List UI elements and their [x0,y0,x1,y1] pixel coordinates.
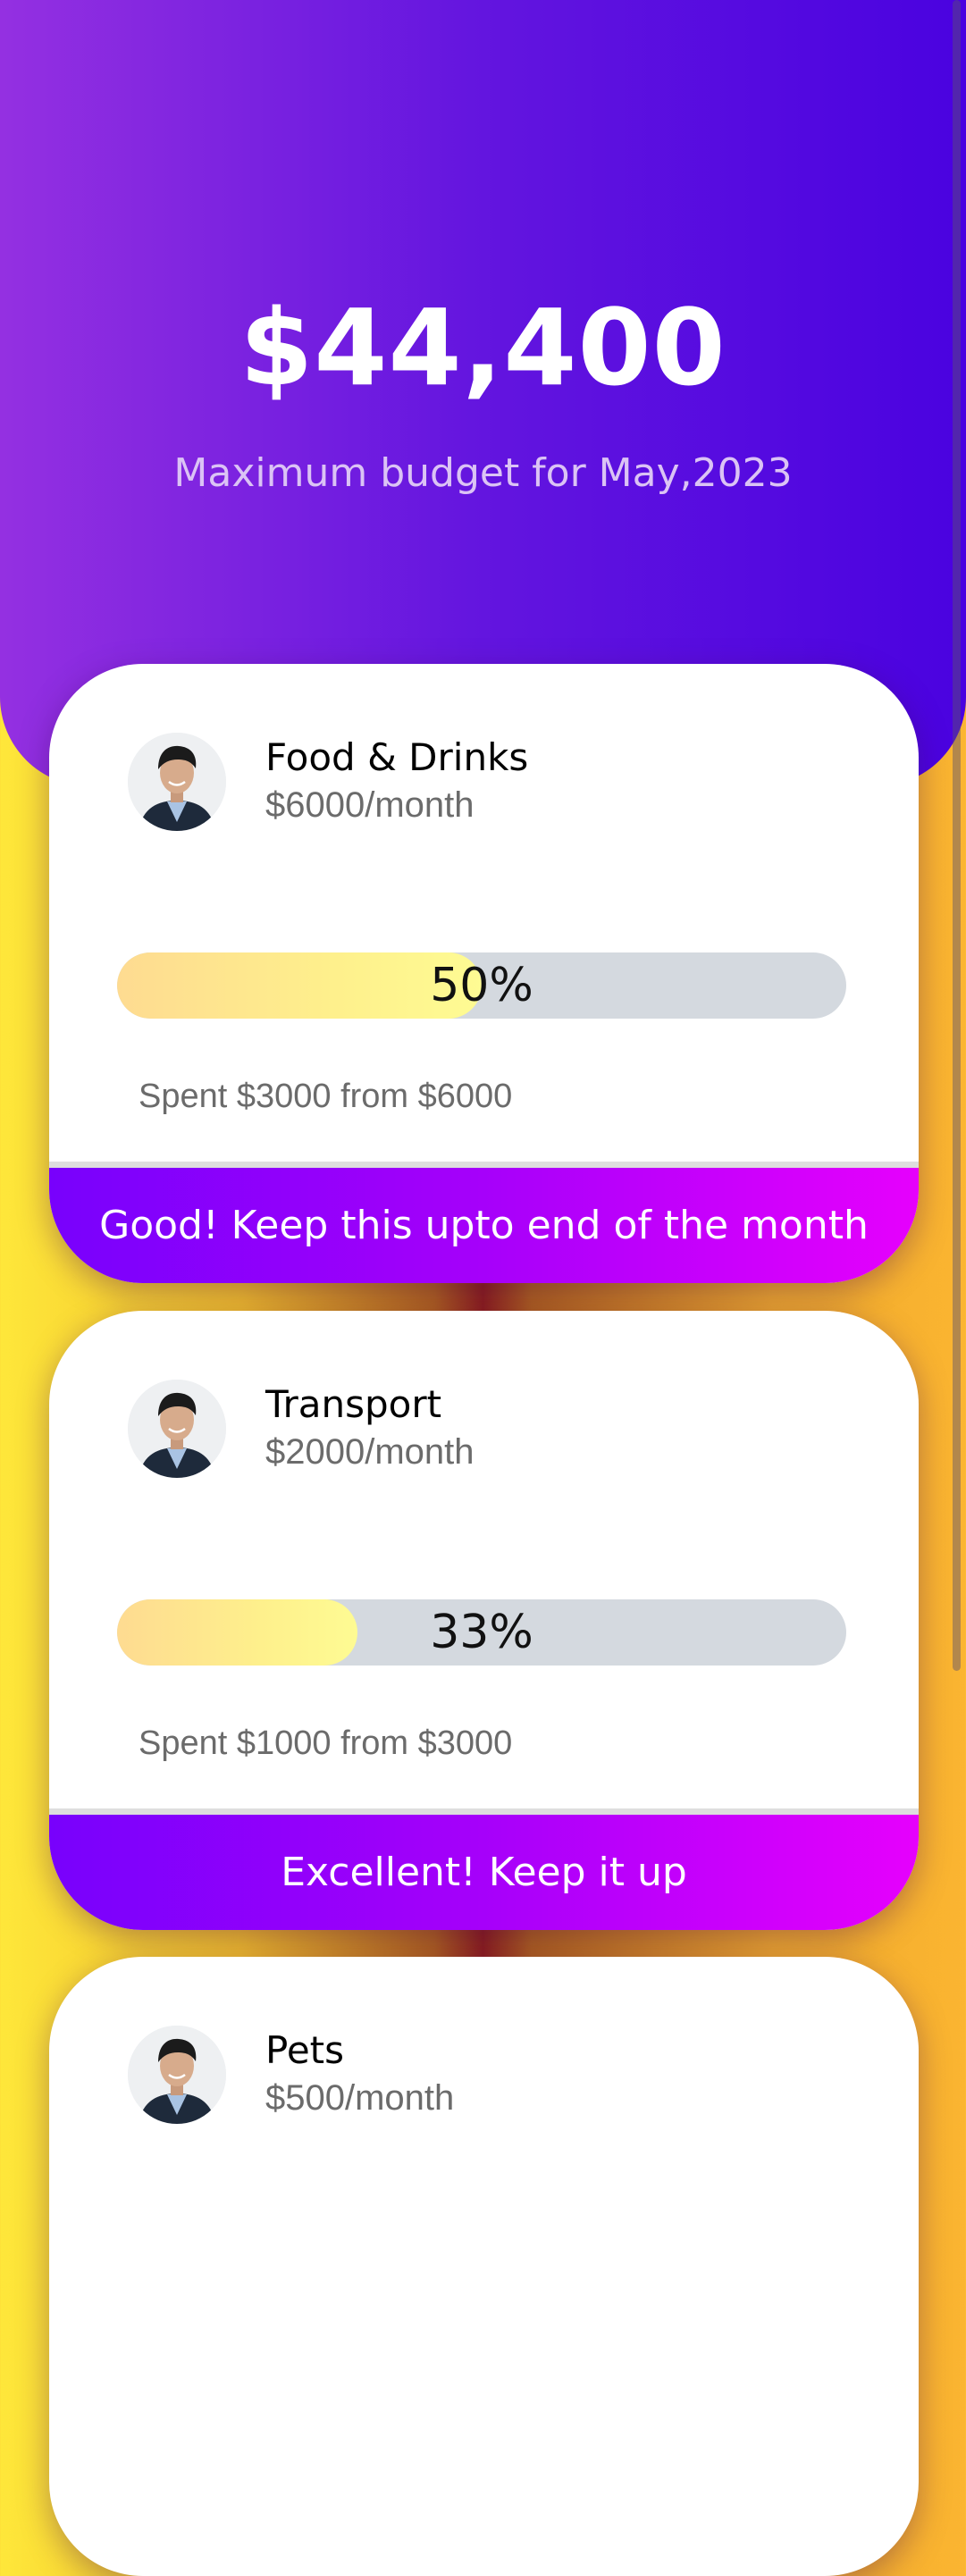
spending-progress-bar: 33% [117,1599,846,1666]
progress-percent: 33% [430,1606,533,1659]
divider [49,1162,919,1168]
category-monthly-budget: $6000/month [265,785,475,825]
avatar [128,2026,226,2124]
feedback-banner: Good! Keep this upto end of the month [49,1168,919,1283]
category-card-pets[interactable]: Pets $500/month [49,1957,919,2576]
category-title: Food & Drinks [265,735,529,779]
category-card-food-drinks[interactable]: Food & Drinks $6000/month 50% Spent $300… [49,664,919,1283]
category-title: Transport [265,1382,442,1426]
category-card-transport[interactable]: Transport $2000/month 33% Spent $1000 fr… [49,1311,919,1930]
progress-percent: 50% [430,959,533,1012]
category-monthly-budget: $2000/month [265,1432,475,1472]
divider [49,1808,919,1815]
feedback-banner: Excellent! Keep it up [49,1815,919,1930]
category-title: Pets [265,2028,345,2072]
category-monthly-budget: $500/month [265,2078,455,2118]
avatar [128,733,226,831]
budget-period-label: Maximum budget for May,2023 [173,450,793,496]
spent-summary: Spent $1000 from $3000 [139,1724,513,1762]
scrollbar[interactable] [953,0,961,1671]
spent-summary: Spent $3000 from $6000 [139,1078,513,1115]
spending-progress-bar: 50% [117,952,846,1019]
avatar [128,1380,226,1478]
total-budget-amount: $44,400 [239,286,727,409]
